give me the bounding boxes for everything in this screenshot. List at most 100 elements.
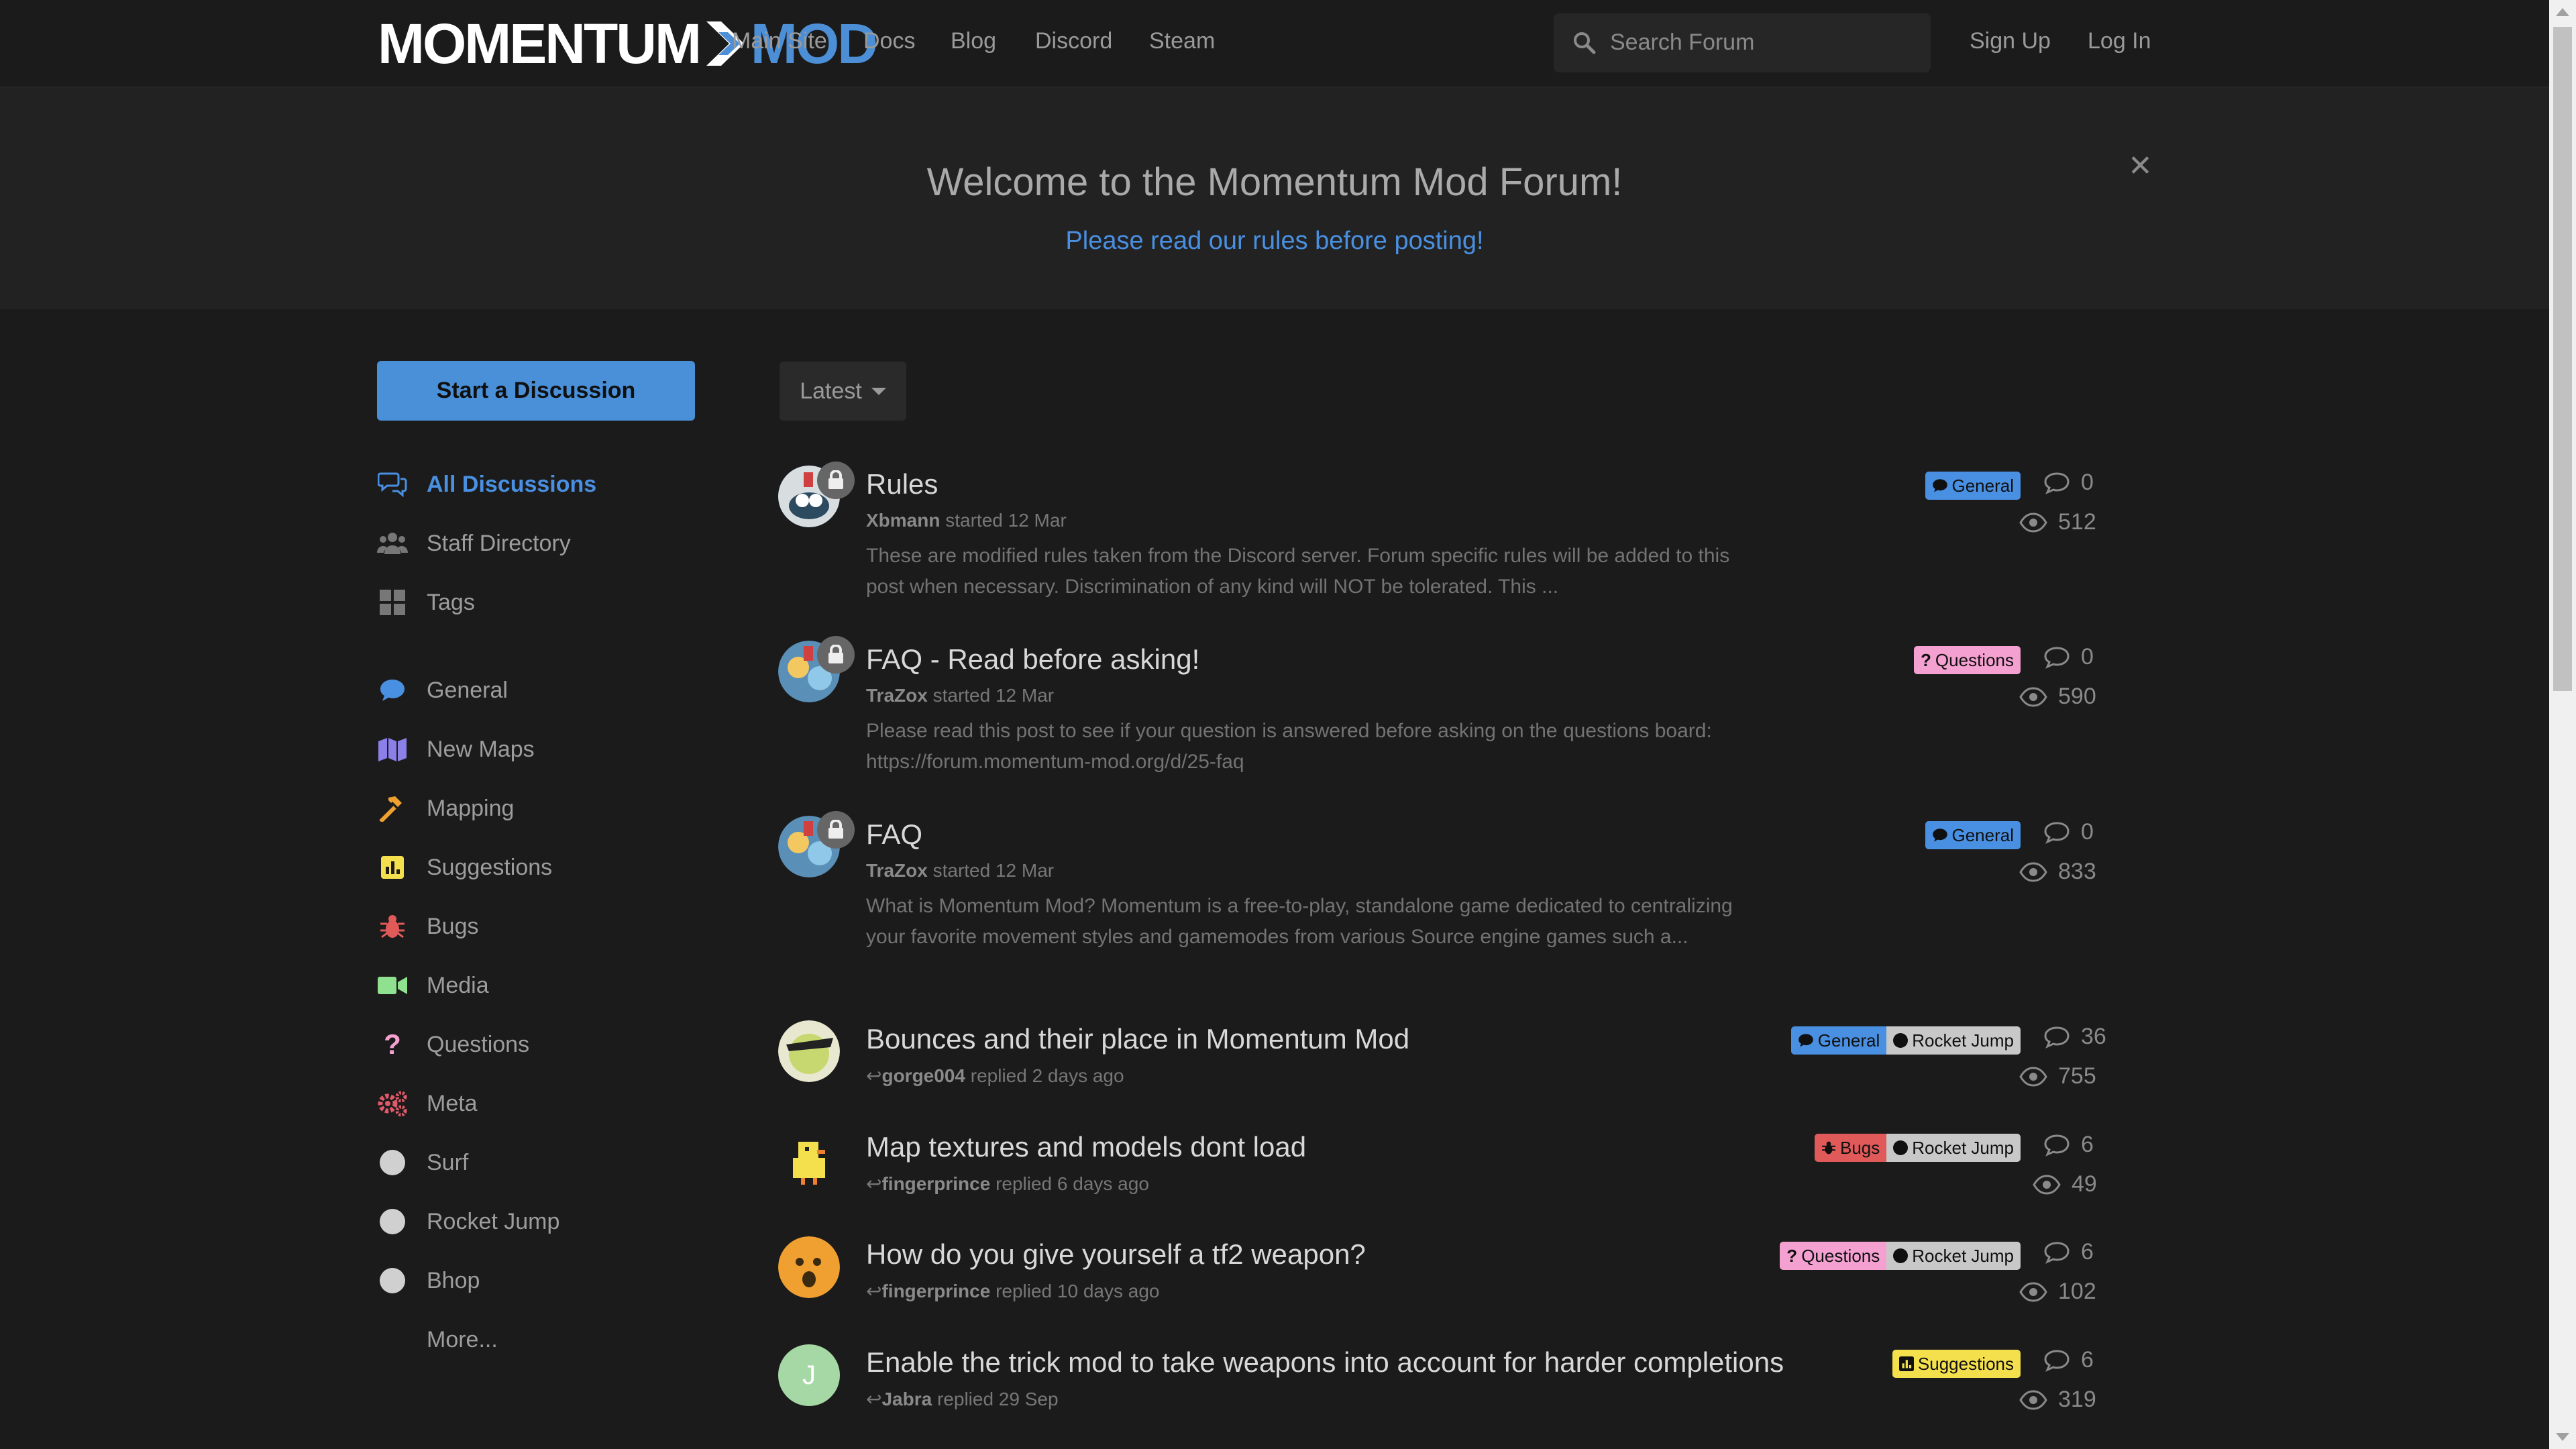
- tag-suggestions[interactable]: Suggestions: [1892, 1350, 2021, 1378]
- tag-general[interactable]: General: [1790, 1026, 1887, 1055]
- sidebar-item-label: New Maps: [427, 736, 535, 762]
- comment-outline-icon: [2044, 1241, 2070, 1264]
- circle-icon: [1893, 1033, 1909, 1048]
- author-name[interactable]: Xbmann: [866, 510, 940, 531]
- scrollbar-thumb[interactable]: [2553, 27, 2572, 691]
- search-placeholder: Search Forum: [1610, 30, 1755, 55]
- comment-outline-icon: [2044, 1349, 2070, 1372]
- discussion-meta: ↩fingerprince replied 10 days ago: [866, 1280, 1159, 1302]
- author-name[interactable]: fingerprince: [881, 1173, 990, 1194]
- discussion-title[interactable]: Map textures and models dont load: [866, 1131, 1306, 1163]
- sidebar-tag-suggestions[interactable]: Suggestions: [377, 847, 552, 888]
- discussion-title[interactable]: How do you give yourself a tf2 weapon?: [866, 1238, 1366, 1271]
- reply-arrow-icon: ↩: [866, 1173, 882, 1194]
- discussion-tags: Suggestions: [1892, 1350, 2021, 1378]
- close-hero-icon[interactable]: ✕: [2128, 152, 2153, 181]
- sidebar-item-label: All Discussions: [427, 471, 597, 497]
- sidebar-tag-new-maps[interactable]: New Maps: [377, 729, 535, 769]
- tag-rocket-jump[interactable]: Rocket Jump: [1886, 1026, 2021, 1055]
- discussion-title[interactable]: FAQ: [866, 818, 922, 851]
- discussion-excerpt: What is Momentum Mod? Momentum is a free…: [866, 895, 1733, 948]
- circle-icon: [1893, 1248, 1909, 1263]
- reply-count-value: 0: [2081, 470, 2094, 495]
- view-count-value: 102: [2058, 1279, 2096, 1304]
- sidebar-more-link[interactable]: More...: [427, 1320, 498, 1360]
- start-discussion-button[interactable]: Start a Discussion: [377, 361, 695, 421]
- author-name[interactable]: Jabra: [881, 1389, 932, 1409]
- discussion-tags: ? Questions Rocket Jump: [1780, 1242, 2021, 1270]
- tag-label: Bugs: [1840, 1137, 1880, 1158]
- avatar[interactable]: [778, 1236, 840, 1298]
- eye-icon: [2019, 512, 2047, 533]
- login-link[interactable]: Log In: [2088, 28, 2151, 54]
- tag-bugs[interactable]: Bugs: [1815, 1134, 1887, 1162]
- sidebar-item-label: Bhop: [427, 1267, 480, 1293]
- sidebar-item-label: Mapping: [427, 795, 515, 821]
- scroll-up-icon[interactable]: [2556, 8, 2569, 16]
- eye-icon: [2019, 1281, 2047, 1302]
- sidebar-tag-meta[interactable]: Meta: [377, 1083, 478, 1124]
- sidebar-tag-questions[interactable]: ? Questions: [377, 1024, 529, 1065]
- nav-discord[interactable]: Discord: [1035, 28, 1112, 54]
- tag-label: General: [1817, 1030, 1880, 1051]
- sidebar-tag-media[interactable]: Media: [377, 965, 489, 1006]
- author-name[interactable]: TraZox: [866, 860, 928, 881]
- tag-questions[interactable]: ? Questions: [1914, 646, 2021, 674]
- sort-selected-label: Latest: [800, 378, 862, 404]
- sidebar-tag-bhop[interactable]: Bhop: [377, 1260, 480, 1301]
- scroll-down-icon[interactable]: [2556, 1433, 2569, 1441]
- nav-steam[interactable]: Steam: [1149, 28, 1215, 54]
- sidebar-item-label: Questions: [427, 1031, 530, 1057]
- author-name[interactable]: TraZox: [866, 685, 928, 706]
- view-count: 319: [2019, 1387, 2096, 1413]
- signup-link[interactable]: Sign Up: [1970, 28, 2051, 54]
- tag-label: Questions: [1801, 1245, 1880, 1266]
- tag-general[interactable]: General: [1925, 821, 2021, 849]
- comment-icon: [1798, 1033, 1814, 1048]
- avatar[interactable]: [778, 1128, 840, 1190]
- sidebar-item-label: Suggestions: [427, 854, 553, 880]
- tag-rocket-jump[interactable]: Rocket Jump: [1886, 1242, 2021, 1270]
- reply-arrow-icon: ↩: [866, 1065, 882, 1086]
- view-count: 833: [2019, 859, 2096, 885]
- view-count-value: 319: [2058, 1387, 2096, 1412]
- author-name[interactable]: fingerprince: [881, 1281, 990, 1301]
- sidebar-tag-general[interactable]: General: [377, 670, 508, 710]
- sidebar-tag-mapping[interactable]: Mapping: [377, 788, 514, 828]
- hero-rules-link[interactable]: Please read our rules before posting!: [0, 227, 2549, 256]
- tag-questions[interactable]: ? Questions: [1780, 1242, 1887, 1270]
- sidebar-item-all-discussions[interactable]: All Discussions: [377, 464, 596, 504]
- nav-docs[interactable]: Docs: [863, 28, 915, 54]
- discussion-title[interactable]: Rules: [866, 468, 938, 500]
- comment-outline-icon: [2044, 1134, 2070, 1157]
- avatar[interactable]: J: [778, 1344, 840, 1406]
- search-input[interactable]: Search Forum: [1554, 13, 1931, 72]
- discussion-title[interactable]: Enable the trick mod to take weapons int…: [866, 1346, 1784, 1379]
- discussion-title[interactable]: FAQ - Read before asking!: [866, 643, 1199, 676]
- tag-label: General: [1951, 824, 2015, 845]
- sidebar-tag-rocket-jump[interactable]: Rocket Jump: [377, 1201, 559, 1242]
- caret-down-icon: [871, 387, 886, 395]
- sort-dropdown[interactable]: Latest: [780, 362, 906, 421]
- discussion-meta: ↩Jabra replied 29 Sep: [866, 1388, 1059, 1410]
- discussion-action: started 12 Mar: [932, 685, 1055, 706]
- discussion-title[interactable]: Bounces and their place in Momentum Mod: [866, 1023, 1409, 1055]
- view-count-value: 833: [2058, 859, 2096, 884]
- sidebar-tag-surf[interactable]: Surf: [377, 1142, 468, 1183]
- eye-icon: [2033, 1174, 2061, 1195]
- reply-count-value: 0: [2081, 644, 2094, 669]
- nav-main-site[interactable]: Main Site: [732, 28, 827, 54]
- lock-icon: [817, 811, 855, 849]
- sidebar-item-label: Meta: [427, 1090, 478, 1116]
- discussion-action: replied 29 Sep: [936, 1389, 1059, 1409]
- chart-icon: [377, 852, 408, 883]
- author-name[interactable]: gorge004: [881, 1065, 965, 1086]
- reply-count: 36: [2043, 1024, 2106, 1050]
- sidebar-tag-bugs[interactable]: Bugs: [377, 906, 479, 947]
- tag-general[interactable]: General: [1925, 472, 2021, 500]
- tag-rocket-jump[interactable]: Rocket Jump: [1886, 1134, 2021, 1162]
- nav-blog[interactable]: Blog: [951, 28, 996, 54]
- avatar[interactable]: [778, 1020, 840, 1082]
- sidebar-item-staff-directory[interactable]: Staff Directory: [377, 523, 571, 564]
- sidebar-item-tags[interactable]: Tags: [377, 582, 475, 623]
